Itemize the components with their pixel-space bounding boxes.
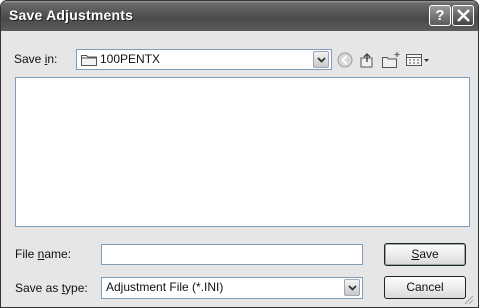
save-in-dropdown-arrow[interactable] — [313, 51, 329, 68]
save-as-type-label: Save as type: — [15, 281, 88, 295]
save-as-type-dropdown[interactable]: Adjustment File (*.INI) — [101, 277, 363, 299]
save-in-dropdown[interactable]: 100PENTX — [76, 49, 332, 70]
title-bar: Save Adjustments ? — [1, 1, 478, 31]
view-menu-icon[interactable] — [405, 50, 431, 70]
up-folder-icon[interactable] — [358, 50, 376, 70]
new-folder-icon[interactable] — [381, 50, 401, 70]
save-button[interactable]: Save — [384, 243, 466, 266]
save-as-type-dropdown-arrow[interactable] — [344, 279, 360, 296]
cancel-button[interactable]: Cancel — [384, 276, 466, 299]
folder-icon — [81, 55, 97, 66]
file-name-input[interactable] — [101, 244, 363, 265]
close-button[interactable] — [452, 5, 474, 26]
save-in-label: Save in: — [14, 52, 58, 66]
help-icon: ? — [435, 7, 445, 24]
window-title: Save Adjustments — [9, 7, 134, 23]
chevron-down-icon — [348, 285, 357, 291]
resize-grip-icon[interactable] — [463, 294, 475, 306]
save-as-type-value: Adjustment File (*.INI) — [106, 280, 224, 294]
help-button[interactable]: ? — [429, 5, 451, 26]
save-dialog: Save Adjustments ? Save in: 100PENTX Fil… — [0, 0, 479, 308]
file-list[interactable] — [15, 77, 470, 227]
close-icon — [457, 9, 470, 22]
save-in-value: 100PENTX — [100, 52, 161, 66]
file-name-label: File name: — [15, 247, 72, 261]
chevron-down-icon — [317, 57, 326, 63]
back-icon[interactable] — [336, 50, 354, 70]
